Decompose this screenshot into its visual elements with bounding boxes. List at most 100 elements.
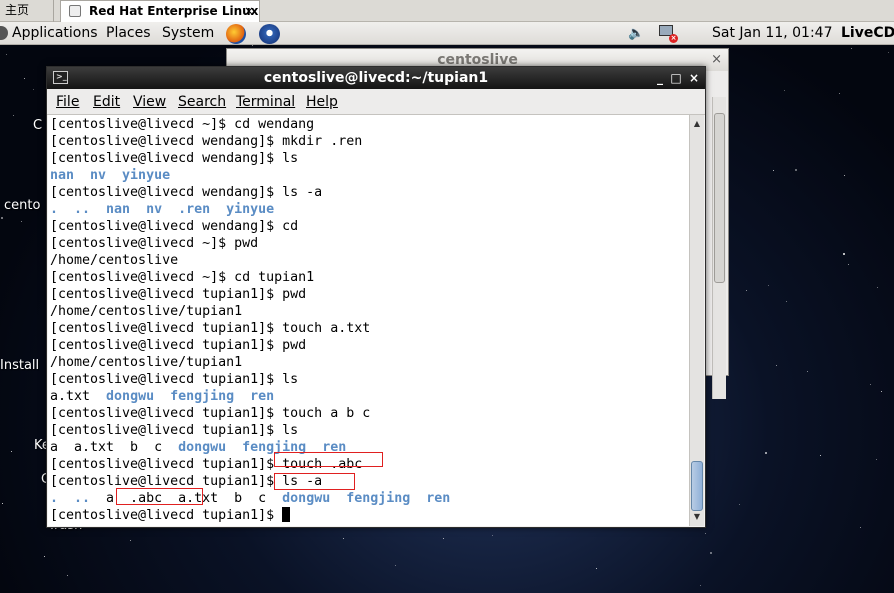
terminal-line: [centoslive@livecd tupian1]$ pwd xyxy=(50,286,306,303)
star xyxy=(252,45,253,46)
terminal-line: . .. nan nv .ren yinyue xyxy=(50,201,274,218)
star xyxy=(130,540,131,541)
star xyxy=(395,565,396,566)
terminal-text: /home/centoslive/tupian1 xyxy=(50,304,243,319)
terminal-line: [centoslive@livecd wendang]$ ls xyxy=(50,150,298,167)
terminal-text: [centoslive@livecd ~]$ cd wendang xyxy=(50,117,315,132)
star xyxy=(700,585,701,586)
terminal-line: [centoslive@livecd tupian1]$ pwd xyxy=(50,337,306,354)
terminal-line: [centoslive@livecd wendang]$ mkdir .ren xyxy=(50,133,362,150)
gnome-foot-icon[interactable] xyxy=(0,26,8,40)
maximize-icon[interactable]: □ xyxy=(667,67,685,89)
terminal-line: . .. a .abc a.txt b c dongwu fengjing re… xyxy=(50,490,450,507)
close-tab-icon[interactable]: × xyxy=(244,1,254,21)
star xyxy=(870,384,871,385)
terminal-scrollbar[interactable]: ▲ ▼ xyxy=(689,115,704,526)
scroll-thumb[interactable] xyxy=(714,113,725,283)
terminal-line: [centoslive@livecd tupian1]$ xyxy=(50,507,291,524)
applications-menu[interactable]: Applications xyxy=(12,22,98,44)
star xyxy=(843,253,845,255)
directory-listing: dongwu fengjing ren xyxy=(282,491,451,506)
close-icon[interactable]: × xyxy=(711,52,722,67)
star xyxy=(11,451,12,452)
host-tab-vm[interactable]: Red Hat Enterprise Linux ... × xyxy=(60,0,260,22)
terminal-line: /home/centoslive xyxy=(50,252,178,269)
star xyxy=(746,290,747,291)
terminal-line: [centoslive@livecd tupian1]$ ls xyxy=(50,371,298,388)
annotation-box-abc-file xyxy=(116,488,203,505)
terminal-text: [centoslive@livecd tupian1]$ pwd xyxy=(50,338,307,353)
terminal-text: [centoslive@livecd tupian1]$ ls xyxy=(50,372,299,387)
terminal-menubar: File Edit View Search Terminal Help xyxy=(47,89,705,115)
user-menu[interactable]: LiveCD xyxy=(841,22,894,44)
terminal-title: centoslive@livecd:~/tupian1 xyxy=(263,70,489,86)
star xyxy=(765,452,767,454)
terminal-text: a.txt xyxy=(50,389,107,404)
terminal-line: [centoslive@livecd wendang]$ cd xyxy=(50,218,298,235)
background-scrollbar[interactable] xyxy=(712,97,726,399)
menu-search[interactable]: Search xyxy=(178,94,226,110)
host-tab-home[interactable]: 主页 xyxy=(0,0,54,22)
clock[interactable]: Sat Jan 11, 01:47 xyxy=(712,22,833,44)
host-tab-vm-label: Red Hat Enterprise Linux ... xyxy=(89,4,260,18)
host-tab-bar: 主页 Red Hat Enterprise Linux ... × xyxy=(0,0,894,22)
terminal-text: [centoslive@livecd wendang]$ mkdir .ren xyxy=(50,134,363,149)
text-cursor xyxy=(282,507,291,522)
host-tab-home-label: 主页 xyxy=(5,3,30,17)
terminal-line: [centoslive@livecd wendang]$ ls -a xyxy=(50,184,322,201)
directory-listing: nan nv yinyue xyxy=(50,168,171,183)
firefox-icon[interactable] xyxy=(226,24,246,44)
star xyxy=(844,175,845,176)
system-menu[interactable]: System xyxy=(162,22,214,44)
directory-listing: dongwu fengjing ren xyxy=(106,389,275,404)
terminal-text: [centoslive@livecd tupian1]$ touch a.txt xyxy=(50,321,371,336)
annotation-box-touch-abc xyxy=(274,452,383,467)
speaker-icon[interactable]: 🔈 xyxy=(628,26,644,41)
star xyxy=(786,301,787,302)
star xyxy=(795,169,797,171)
directory-listing: . .. xyxy=(50,491,91,506)
menu-terminal[interactable]: Terminal xyxy=(236,94,295,110)
star xyxy=(6,54,7,55)
terminal-text: [centoslive@livecd wendang]$ ls -a xyxy=(50,185,323,200)
desktop-icon-label[interactable]: C xyxy=(33,118,42,133)
terminal-line: [centoslive@livecd tupian1]$ ls xyxy=(50,422,298,439)
star xyxy=(839,93,840,94)
terminal-line: [centoslive@livecd ~]$ cd tupian1 xyxy=(50,269,314,286)
star xyxy=(24,78,25,79)
terminal-text: /home/centoslive/tupian1 xyxy=(50,355,243,370)
scroll-down-icon[interactable]: ▼ xyxy=(690,510,704,524)
star xyxy=(876,459,877,460)
menu-file[interactable]: File xyxy=(56,94,79,110)
annotation-box-ls-a xyxy=(274,473,355,490)
star xyxy=(820,455,821,456)
terminal-line: a.txt dongwu fengjing ren xyxy=(50,388,274,405)
terminal-line: [centoslive@livecd ~]$ cd wendang xyxy=(50,116,314,133)
star xyxy=(2,503,3,504)
network-offline-icon[interactable]: × xyxy=(656,25,678,43)
top-panel: Applications Places System 🔈 × Sat Jan 1… xyxy=(0,22,894,45)
menu-view[interactable]: View xyxy=(133,94,166,110)
vm-tab-icon xyxy=(69,5,81,17)
terminal-line: /home/centoslive/tupian1 xyxy=(50,303,242,320)
scroll-thumb[interactable] xyxy=(691,461,703,511)
star xyxy=(888,52,889,53)
close-icon[interactable]: × xyxy=(685,67,703,89)
thunderbird-icon[interactable] xyxy=(259,24,280,44)
desktop-icon-label[interactable]: Install xyxy=(0,358,39,373)
terminal-line: nan nv yinyue xyxy=(50,167,170,184)
scroll-up-icon[interactable]: ▲ xyxy=(690,117,704,131)
star xyxy=(33,89,34,90)
places-menu[interactable]: Places xyxy=(106,22,151,44)
star xyxy=(739,504,740,505)
star xyxy=(768,285,769,286)
star xyxy=(21,221,22,222)
terminal-text: [centoslive@livecd ~]$ pwd xyxy=(50,236,259,251)
terminal-icon: >_ xyxy=(53,71,68,84)
desktop-icon-label[interactable]: cento xyxy=(4,198,40,213)
terminal-line: [centoslive@livecd ~]$ pwd xyxy=(50,235,258,252)
star xyxy=(492,535,493,536)
menu-help[interactable]: Help xyxy=(306,94,338,110)
menu-edit[interactable]: Edit xyxy=(93,94,120,110)
terminal-titlebar[interactable]: >_ centoslive@livecd:~/tupian1 _ □ × xyxy=(47,67,705,89)
